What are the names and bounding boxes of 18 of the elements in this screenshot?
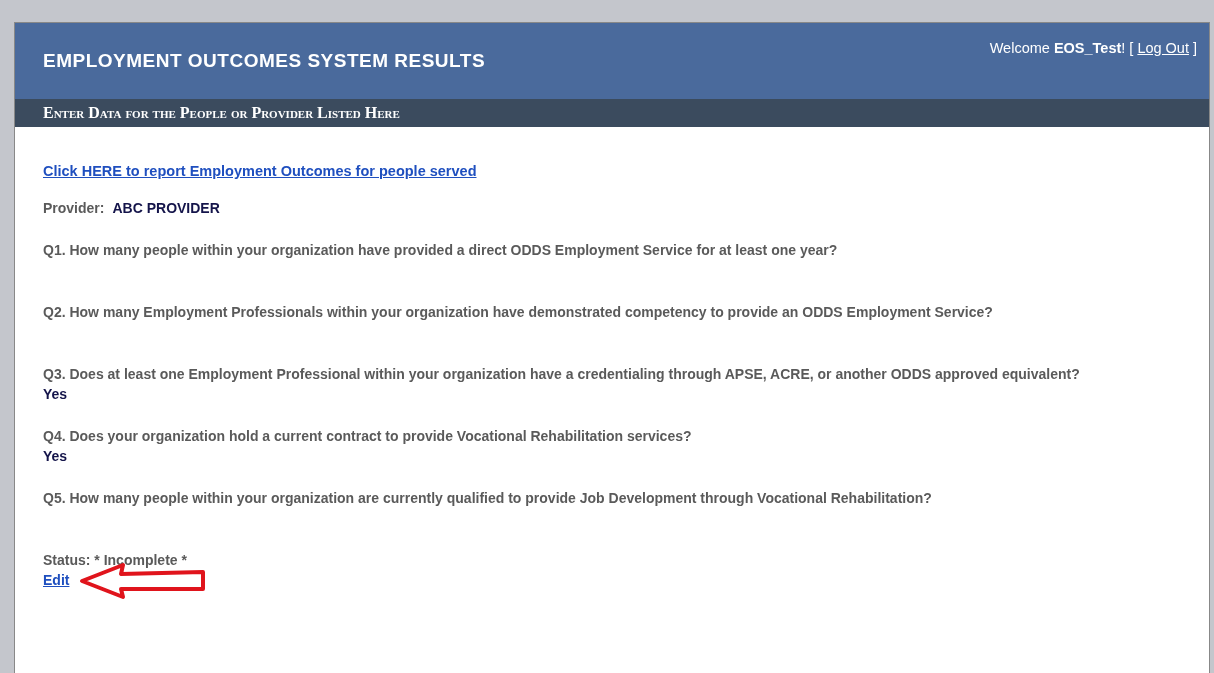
subheader-text: Enter Data for the People or Provider Listed Here xyxy=(43,104,400,122)
logout-link[interactable]: Log Out xyxy=(1137,40,1189,56)
answer-text: Yes xyxy=(43,448,68,464)
question-text: Q4. Does your organization hold a current contract to provide Vocational Rehabilitation services? xyxy=(43,427,693,446)
provider-label: Provider: xyxy=(43,200,105,216)
answer-text: Yes xyxy=(43,386,68,402)
question-text: Q1. How many people within your organization have provided a direct ODDS Employment Service for at least one year? xyxy=(43,241,839,260)
provider-name: ABC PROVIDER xyxy=(112,200,220,216)
page-title: EMPLOYMENT OUTCOMES SYSTEM RESULTS xyxy=(43,50,486,73)
bracket-text: [ xyxy=(1129,40,1134,56)
question-text: Q2. How many Employment Professionals within your organization have demonstrated competency to provide an ODDS Employment Service? xyxy=(43,303,994,322)
question-text: Q5. How many people within your organization are currently qualified to provide Job Development through Vocational Rehabilitation? xyxy=(43,489,933,508)
report-link[interactable]: Click HERE to report Employment Outcomes for people served xyxy=(43,163,477,179)
edit-link[interactable]: Edit xyxy=(43,570,70,590)
status-text: Status: * Incomplete * xyxy=(43,551,188,570)
bracket-text: ] xyxy=(1192,40,1197,56)
question-text: Q3. Does at least one Employment Professional within your organization have a credentialing through APSE, ACRE, or another ODDS approved equivalent? xyxy=(43,365,1081,384)
welcome-text: Welcome EOS_Test! xyxy=(989,40,1126,56)
